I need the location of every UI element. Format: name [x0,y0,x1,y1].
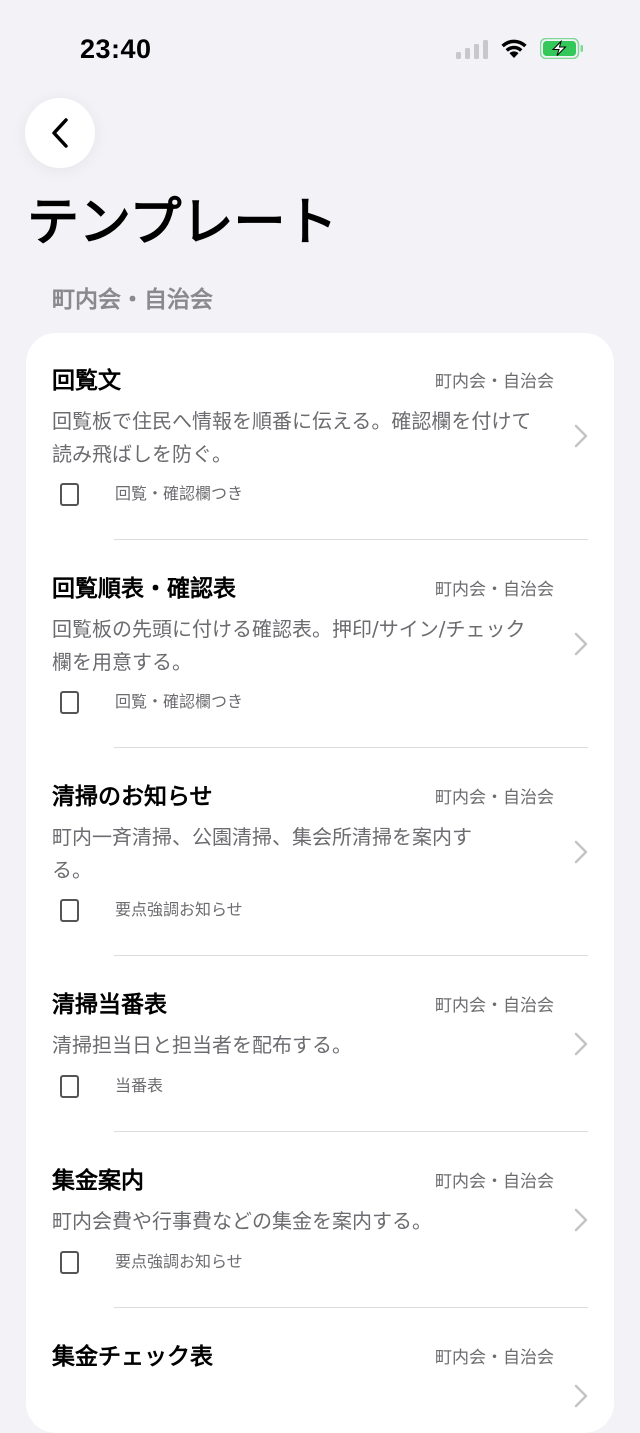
divider [114,1131,588,1132]
template-item-seiso-toban[interactable]: 清掃当番表 町内会・自治会 清掃担当日と担当者を配布する。 当番表 [26,957,614,1133]
item-checkbox[interactable] [60,1075,79,1098]
item-category: 町内会・自治会 [435,996,554,1016]
template-item-seiso-oshirase[interactable]: 清掃のお知らせ 町内会・自治会 町内一斉清掃、公園清掃、集会所清掃を案内する。 … [26,749,614,957]
item-category: 町内会・自治会 [435,372,554,392]
item-category: 町内会・自治会 [435,580,554,600]
template-list: 回覧文 町内会・自治会 回覧板で住民へ情報を順番に伝える。確認欄を付けて読み飛ば… [26,333,614,1433]
section-header: 町内会・自治会 [52,287,213,313]
item-title: 集金案内 [52,1168,144,1194]
item-tag: 要点強調お知らせ [115,1252,243,1271]
template-item-kairan-junhyo[interactable]: 回覧順表・確認表 町内会・自治会 回覧板の先頭に付ける確認表。押印/サイン/チェ… [26,541,614,749]
chevron-left-icon [52,118,68,148]
chevron-right-icon [574,1032,588,1056]
template-item-kairanbun[interactable]: 回覧文 町内会・自治会 回覧板で住民へ情報を順番に伝える。確認欄を付けて読み飛ば… [26,333,614,541]
item-checkbox[interactable] [60,1251,79,1274]
template-item-shukin-check[interactable]: 集金チェック表 町内会・自治会 [26,1309,614,1433]
item-description: 町内一斉清掃、公園清掃、集会所清掃を案内する。 [52,825,472,882]
item-tag: 当番表 [115,1076,164,1095]
item-description: 清掃担当日と担当者を配布する。 [52,1033,352,1057]
status-bar: 23:40 [0,0,640,100]
cellular-signal-icon [456,39,488,59]
item-checkbox[interactable] [60,483,79,506]
item-description: 回覧板の先頭に付ける確認表。押印/サイン/チェック欄を用意する。 [52,617,526,674]
item-category: 町内会・自治会 [435,788,554,808]
divider [114,1307,588,1308]
page-title: テンプレート [27,193,338,253]
item-title: 清掃当番表 [52,992,167,1018]
item-checkbox[interactable] [60,691,79,714]
item-tag: 回覧・確認欄つき [115,484,244,503]
status-icons [456,38,584,59]
item-category: 町内会・自治会 [435,1348,554,1368]
item-title: 清掃のお知らせ [52,784,213,810]
divider [114,955,588,956]
item-tag: 回覧・確認欄つき [115,692,244,711]
item-title: 集金チェック表 [52,1344,213,1370]
chevron-right-icon [574,1384,588,1408]
item-title: 回覧文 [52,368,121,394]
chevron-right-icon [574,424,588,448]
item-description: 町内会費や行事費などの集金を案内する。 [52,1209,432,1233]
template-item-shukin-annai[interactable]: 集金案内 町内会・自治会 町内会費や行事費などの集金を案内する。 要点強調お知ら… [26,1133,614,1309]
item-checkbox[interactable] [60,899,79,922]
item-tag: 要点強調お知らせ [115,900,243,919]
item-title: 回覧順表・確認表 [52,576,236,602]
back-button[interactable] [25,98,95,168]
status-time: 23:40 [80,34,152,64]
wifi-icon [501,39,527,58]
item-category: 町内会・自治会 [435,1172,554,1192]
battery-charging-icon [540,38,583,59]
chevron-right-icon [574,840,588,864]
chevron-right-icon [574,632,588,656]
chevron-right-icon [574,1208,588,1232]
item-description: 回覧板で住民へ情報を順番に伝える。確認欄を付けて読み飛ばしを防ぐ。 [52,409,532,466]
divider [114,539,588,540]
divider [114,747,588,748]
